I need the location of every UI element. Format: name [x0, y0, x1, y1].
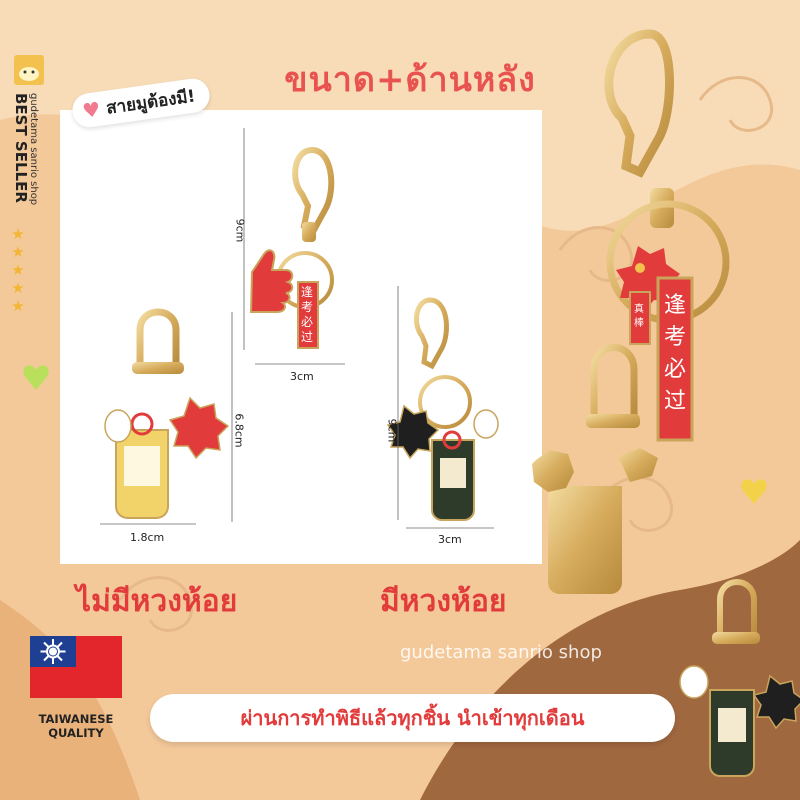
large-tag-char-1: 逢 [664, 293, 686, 318]
quality-text: TAIWANESE QUALITY [30, 712, 122, 740]
keychain-back-side [532, 344, 658, 594]
large-tag-char-2: 考 [664, 325, 686, 350]
dim-left-width: 1.8cm [130, 531, 165, 544]
taiwan-flag-icon [30, 636, 122, 698]
label-without-ring: ไม่มีหวงห้อย [76, 584, 238, 619]
tag-char-3: 必 [301, 315, 313, 329]
shop-watermark: gudetama sanrio shop [400, 642, 602, 663]
dim-left-height: 6.8cm [232, 413, 246, 448]
keychain-thumb-tag [249, 146, 335, 349]
tag-char-2: 考 [301, 300, 313, 314]
tag-char-4: 过 [301, 330, 313, 344]
dim-middle-width: 3cm [290, 370, 314, 383]
quality-line-2: QUALITY [48, 726, 104, 740]
quality-line-1: TAIWANESE [38, 712, 114, 726]
dim-right-width: 3cm [438, 533, 462, 546]
large-tag-char-3: 必 [664, 357, 686, 382]
tag-char-1: 逢 [301, 285, 313, 299]
large-tag-char-4: 过 [664, 389, 686, 414]
dim-right-height: 9cm [385, 418, 399, 443]
keychain-small-bottom [679, 579, 800, 777]
keychain-black-flower [386, 297, 499, 521]
label-with-ring: มีหวงห้อย [380, 584, 507, 619]
dim-middle-height: 9cm [233, 218, 247, 243]
keychain-rabbit-flower [104, 308, 230, 519]
small-tag-char-1: 真 [634, 302, 644, 315]
ceremony-banner: ผ่านการทำพิธีแล้วทุกชิ้น นำเข้าทุกเดือน [150, 694, 675, 742]
small-tag-char-2: 棒 [634, 316, 644, 329]
